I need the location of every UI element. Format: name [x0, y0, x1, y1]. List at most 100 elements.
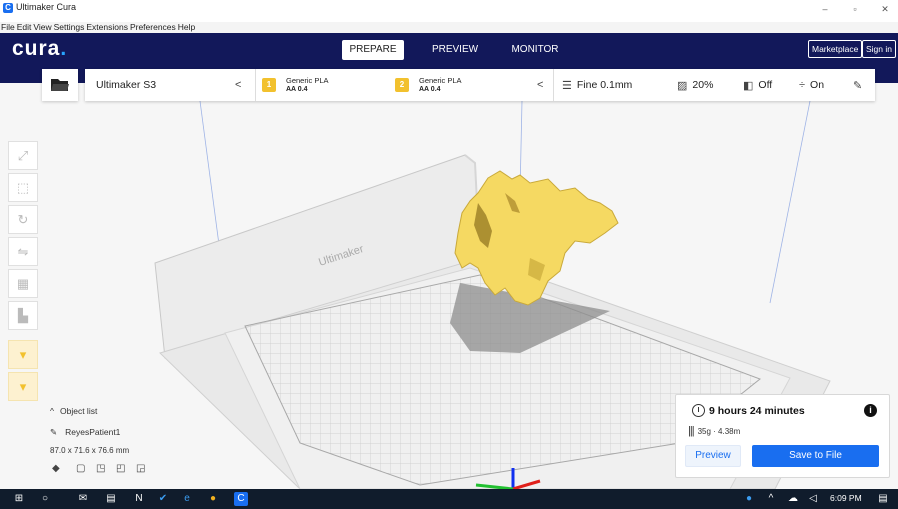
infill-icon: ▨ — [677, 79, 688, 92]
rotate-icon: ↻ — [17, 211, 29, 227]
scale-icon: ⬚ — [16, 179, 30, 195]
object-list-item[interactable]: ✎ ReyesPatient1 — [50, 427, 120, 438]
extruder-1-badge: 1 — [262, 78, 276, 92]
extruder-2-tool-button[interactable]: ▾ — [8, 372, 38, 401]
preview-button[interactable]: Preview — [685, 445, 741, 467]
chevron-up-icon[interactable]: ^ — [764, 492, 778, 506]
support-blocker-button[interactable]: ▙ — [8, 301, 38, 330]
object-name: ReyesPatient1 — [65, 427, 121, 437]
adhesion-value: On — [810, 79, 825, 91]
info-icon[interactable]: i — [864, 404, 877, 417]
taskbar-clock[interactable]: 6:09 PM — [830, 493, 862, 503]
move-icon: ⤢ — [17, 147, 29, 163]
menu-extensions[interactable]: Extensions — [86, 22, 128, 32]
cura-taskbar-icon[interactable]: C — [234, 492, 248, 506]
profile-selector[interactable]: ☰ Fine 0.1mm — [562, 69, 632, 101]
window-title: Ultimaker Cura — [16, 2, 77, 12]
extruder-1-material[interactable]: 1 Generic PLA AA 0.4 — [262, 69, 329, 101]
clock-icon — [692, 404, 705, 417]
3d-view-icon[interactable]: ◆ — [52, 463, 60, 474]
tab-prepare[interactable]: PREPARE — [342, 40, 404, 60]
onenote-icon[interactable]: N — [132, 492, 146, 506]
support-value: Off — [758, 79, 773, 91]
menu-help[interactable]: Help — [178, 22, 195, 32]
move-tool-button[interactable]: ⤢ — [8, 141, 38, 170]
toolbar-divider — [255, 69, 256, 101]
extruder-1-tool-button[interactable]: ▾ — [8, 340, 38, 369]
object-list-toggle[interactable]: ^ Object list — [50, 406, 97, 416]
print-info-panel: 9 hours 24 minutes i ||| 35g · 4.38m Pre… — [675, 394, 890, 478]
maximize-button[interactable]: ▫ — [845, 4, 865, 14]
windows-start-icon[interactable]: ⊞ — [12, 492, 26, 506]
rotate-tool-button[interactable]: ↻ — [8, 205, 38, 234]
chevron-left-icon[interactable]: < — [537, 69, 543, 101]
adhesion-setting[interactable]: ÷ On — [799, 69, 824, 101]
close-button[interactable]: ✕ — [875, 4, 895, 15]
print-time: 9 hours 24 minutes — [692, 404, 805, 417]
support-setting[interactable]: ◧ Off — [743, 69, 772, 101]
extruder-2-core: AA 0.4 — [419, 86, 441, 93]
print-setup-bar: Ultimaker S3 < 1 Generic PLA AA 0.4 2 Ge… — [85, 69, 875, 101]
search-circle-icon[interactable]: ○ — [38, 492, 52, 506]
edit-settings-pencil-icon[interactable]: ✎ — [853, 69, 862, 101]
support-blocker-icon: ▙ — [18, 307, 28, 323]
network-icon[interactable]: ☁ — [786, 492, 800, 506]
tab-monitor[interactable]: MONITOR — [505, 40, 565, 60]
mail-icon[interactable]: ✉ — [76, 492, 90, 506]
chevron-left-icon[interactable]: < — [235, 69, 241, 101]
tab-preview[interactable]: PREVIEW — [425, 40, 485, 60]
object-dimensions: 87.0 x 71.6 x 76.6 mm — [50, 446, 130, 455]
menu-file[interactable]: File — [1, 22, 15, 32]
save-to-file-button[interactable]: Save to File — [752, 445, 879, 467]
open-file-button[interactable] — [42, 69, 78, 101]
cura-app-icon: C — [3, 3, 13, 13]
chevron-up-icon: ^ — [50, 406, 54, 416]
window-titlebar: C Ultimaker Cura – ▫ ✕ — [0, 0, 898, 22]
windows-taskbar: ⊞ ○ ✉ ▤ N ✔ e ● C ● ^ ☁ ◁ 6:09 PM ▤ — [0, 489, 898, 509]
minimize-button[interactable]: – — [815, 4, 835, 14]
cura-logo: cura. — [12, 37, 68, 60]
printer-selector[interactable]: Ultimaker S3 — [96, 69, 156, 101]
infill-setting[interactable]: ▨ 20% — [677, 69, 713, 101]
menu-view[interactable]: View — [33, 22, 51, 32]
per-model-settings-icon: ▦ — [16, 275, 30, 291]
extruder-1-material-name: Generic PLA — [286, 76, 329, 85]
support-icon: ◧ — [743, 79, 754, 92]
marketplace-button[interactable]: Marketplace — [808, 40, 863, 58]
right-view-icon[interactable]: ◲ — [136, 463, 145, 474]
profile-value: Fine 0.1mm — [576, 79, 633, 91]
material-usage: ||| 35g · 4.38m — [688, 425, 741, 437]
todo-check-icon[interactable]: ✔ — [156, 492, 170, 506]
top-view-icon[interactable]: ◳ — [96, 463, 105, 474]
chrome-icon[interactable]: ● — [206, 492, 220, 506]
folder-icon — [50, 69, 70, 101]
pencil-icon: ✎ — [50, 427, 58, 437]
extruder-2-icon: ▾ — [19, 378, 27, 394]
extruder-1-core: AA 0.4 — [286, 86, 308, 93]
edge-browser-icon[interactable]: e — [180, 492, 194, 506]
printer-name: Ultimaker S3 — [96, 79, 157, 91]
left-view-icon[interactable]: ◰ — [116, 463, 125, 474]
extruder-2-badge: 2 — [395, 78, 409, 92]
extruder-2-material[interactable]: 2 Generic PLA AA 0.4 — [395, 69, 462, 101]
extruder-2-material-name: Generic PLA — [419, 76, 462, 85]
toolbar-divider — [553, 69, 554, 101]
scale-tool-button[interactable]: ⬚ — [8, 173, 38, 202]
mirror-icon: ⇋ — [17, 243, 29, 259]
sign-in-button[interactable]: Sign in — [862, 40, 896, 58]
menu-preferences[interactable]: Preferences — [130, 22, 176, 32]
file-explorer-icon[interactable]: ▤ — [104, 492, 118, 506]
adhesion-icon: ÷ — [799, 79, 806, 91]
spool-icon: ||| — [688, 425, 695, 437]
infill-value: 20% — [692, 79, 714, 91]
menu-edit[interactable]: Edit — [17, 22, 32, 32]
menu-settings[interactable]: Settings — [54, 22, 85, 32]
per-model-settings-button[interactable]: ▦ — [8, 269, 38, 298]
volume-icon[interactable]: ◁ — [806, 492, 820, 506]
front-view-icon[interactable]: ▢ — [76, 463, 85, 474]
object-list-header: Object list — [60, 406, 98, 416]
mirror-tool-button[interactable]: ⇋ — [8, 237, 38, 266]
cura-tray-icon[interactable]: ● — [742, 492, 756, 506]
notification-icon[interactable]: ▤ — [876, 492, 890, 506]
profile-layers-icon: ☰ — [562, 79, 572, 92]
